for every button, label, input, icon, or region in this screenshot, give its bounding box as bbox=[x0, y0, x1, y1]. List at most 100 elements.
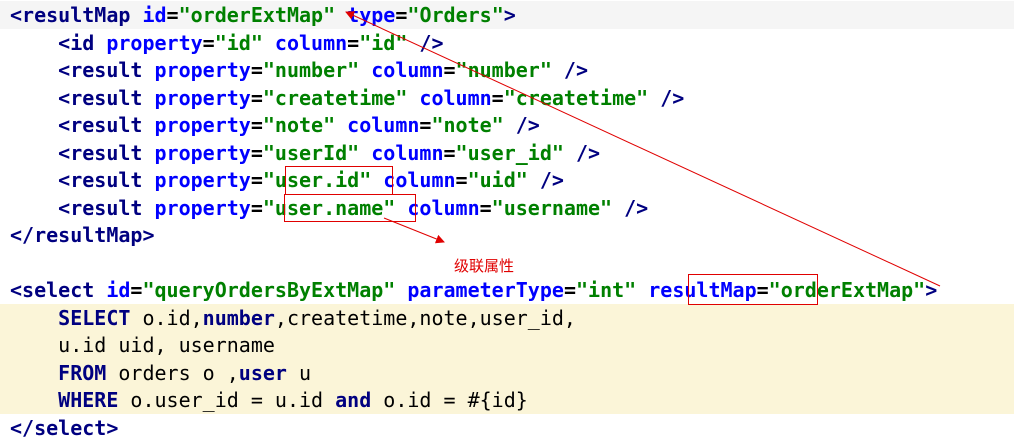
code-token: "Orders" bbox=[407, 3, 504, 27]
code-line[interactable]: <result property="createtime" column="cr… bbox=[10, 85, 684, 113]
code-token: "queryOrdersByExtMap" bbox=[142, 278, 396, 302]
code-token: FROM bbox=[10, 360, 119, 385]
code-line[interactable]: WHERE o.user_id = u.id and o.id = #{id} bbox=[10, 387, 528, 415]
code-token: <result bbox=[10, 140, 155, 165]
code-line[interactable]: u.id uid, username bbox=[10, 332, 275, 360]
code-token: = bbox=[443, 58, 456, 82]
code-token: "orderExtMap" bbox=[178, 3, 336, 27]
code-token: = bbox=[563, 278, 576, 302]
code-line[interactable]: FROM orders o ,user u bbox=[10, 360, 311, 388]
code-token: type bbox=[347, 3, 396, 27]
code-token: property bbox=[154, 195, 251, 220]
code-token: id bbox=[106, 278, 131, 302]
code-line[interactable]: <result property="number" column="number… bbox=[10, 57, 588, 85]
code-token: <result bbox=[10, 58, 155, 82]
code-token: = bbox=[419, 113, 432, 137]
code-token: o.id = #{id} bbox=[371, 388, 528, 412]
code-token: "id" bbox=[359, 30, 408, 55]
code-token: orders o , bbox=[118, 360, 239, 385]
code-token: <result bbox=[10, 195, 155, 220]
code-token: "id" bbox=[214, 30, 263, 55]
code-token: = bbox=[202, 30, 215, 55]
code-token: "note" bbox=[431, 113, 504, 137]
code-token: /> bbox=[527, 168, 564, 192]
code-token: WHERE bbox=[10, 388, 131, 412]
code-token: <result bbox=[10, 85, 155, 110]
code-token: parameterType bbox=[407, 278, 564, 302]
code-token: = bbox=[347, 30, 360, 55]
code-token: > bbox=[925, 278, 938, 302]
code-token: property bbox=[154, 85, 251, 110]
code-token: > bbox=[503, 3, 516, 27]
code-token: property bbox=[154, 140, 251, 165]
code-token: o.user_id = u.id bbox=[130, 388, 336, 412]
code-line[interactable]: <id property="id" column="id" /> bbox=[10, 30, 444, 58]
code-line[interactable]: <result property="userId" column="user_i… bbox=[10, 140, 600, 168]
code-token: <id bbox=[10, 30, 107, 55]
code-token: /> bbox=[551, 58, 588, 82]
code-token: "number" bbox=[455, 58, 552, 82]
code-token: <select bbox=[10, 278, 107, 302]
code-token: number bbox=[202, 305, 275, 330]
code-token: column bbox=[371, 140, 444, 165]
annotation-box-resultmap bbox=[688, 274, 818, 305]
annotation-label: 级联属性 bbox=[454, 257, 515, 275]
code-token: /> bbox=[407, 30, 444, 55]
code-token: = bbox=[250, 113, 263, 137]
code-token: column bbox=[347, 113, 420, 137]
code-token: "note" bbox=[262, 113, 336, 137]
code-line[interactable]: </resultMap> bbox=[10, 222, 155, 250]
code-token: and bbox=[335, 388, 372, 412]
code-token: "int" bbox=[575, 278, 637, 302]
code-token: "uid" bbox=[467, 168, 528, 192]
code-token: <result bbox=[10, 113, 155, 137]
code-token: /> bbox=[503, 113, 540, 137]
code-token: "number" bbox=[262, 58, 360, 82]
code-token: "username" bbox=[491, 195, 613, 220]
code-token: /> bbox=[612, 195, 649, 220]
code-token: id bbox=[142, 3, 167, 27]
code-token: ,createtime,note,user_id, bbox=[274, 305, 576, 330]
code-line[interactable]: <resultMap id="orderExtMap" type="Orders… bbox=[10, 2, 516, 30]
code-token: = bbox=[250, 85, 263, 110]
code-token: = bbox=[395, 3, 408, 27]
code-line[interactable]: SELECT o.id,number,createtime,note,user_… bbox=[10, 305, 576, 333]
code-line[interactable]: </select> bbox=[10, 415, 118, 443]
code-token: SELECT bbox=[10, 305, 143, 330]
code-token: = bbox=[455, 168, 468, 192]
code-token: = bbox=[443, 140, 456, 165]
code-token: column bbox=[371, 58, 444, 82]
code-editor[interactable]: <resultMap id="orderExtMap" type="Orders… bbox=[0, 0, 1014, 448]
code-token: = bbox=[491, 85, 504, 110]
code-token: <result bbox=[10, 168, 155, 192]
code-token: u.id uid, username bbox=[10, 333, 275, 357]
annotation-box-user-id bbox=[285, 166, 393, 195]
code-token: "createtime" bbox=[503, 85, 649, 110]
code-token: = bbox=[130, 278, 143, 302]
code-token: property bbox=[154, 168, 251, 192]
code-token: = bbox=[250, 140, 263, 165]
code-token: = bbox=[250, 168, 263, 192]
code-token: = bbox=[250, 195, 263, 220]
code-token: "createtime" bbox=[262, 85, 408, 110]
code-token: </resultMap> bbox=[10, 223, 155, 247]
code-token: property bbox=[154, 58, 251, 82]
code-token: </select> bbox=[10, 415, 119, 440]
code-token: property bbox=[154, 113, 251, 137]
code-token: "user_id" bbox=[455, 140, 564, 165]
code-token: column bbox=[274, 30, 348, 55]
code-line[interactable]: <result property="note" column="note" /> bbox=[10, 112, 540, 140]
code-token: = bbox=[479, 195, 492, 220]
code-token: <resultMap bbox=[10, 3, 143, 27]
code-token: column bbox=[407, 195, 480, 220]
code-token: column bbox=[383, 168, 456, 192]
code-token: o.id, bbox=[142, 305, 203, 330]
